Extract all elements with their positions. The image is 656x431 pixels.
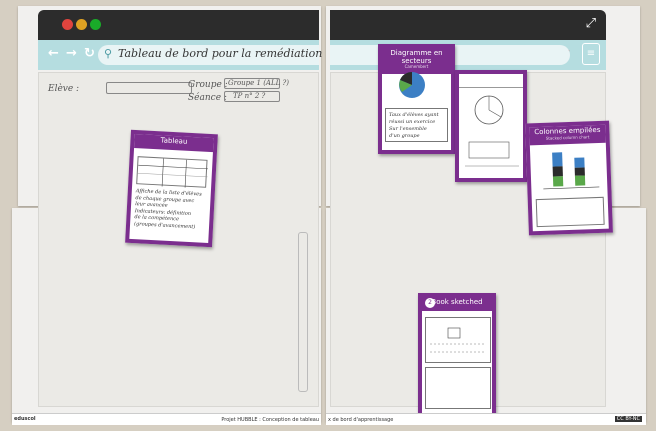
card-colonnes: Colonnes empilées Stacked column chart bbox=[525, 120, 613, 236]
card-secteurs-title: Diagramme en secteurs bbox=[390, 49, 443, 65]
browser-titlebar bbox=[38, 10, 319, 40]
stack-segment-black bbox=[552, 166, 563, 177]
fullscreen-icon: ⤢ bbox=[585, 16, 596, 31]
table-sketch-lines bbox=[137, 158, 209, 188]
secteurs-notes-box: Taux d'élèves ayant réussi un exercice S… bbox=[385, 108, 448, 142]
note-line: d'un groupe bbox=[389, 133, 420, 139]
refresh-icon: ↻ bbox=[84, 46, 95, 61]
menu-icon: ≡ bbox=[582, 43, 600, 65]
note-line: Sur l'ensemble bbox=[389, 126, 427, 132]
card-secteurs: Diagramme en secteurs Camembert Taux d'é… bbox=[378, 44, 455, 154]
scrollbar-sketch bbox=[298, 232, 308, 392]
address-text: Tableau de bord pour la remédiation bbox=[118, 47, 323, 60]
pie-chart-sketch bbox=[399, 72, 425, 98]
book-sketch-lines bbox=[430, 327, 486, 353]
card-book-title: Book sketched bbox=[431, 298, 483, 306]
stacked-column-sketch bbox=[543, 152, 600, 190]
footer-logo: eduscol bbox=[14, 416, 36, 422]
footer-title-left: Projet HUBBLE : Conception de tableau bbox=[221, 417, 319, 423]
box-sketch-outline bbox=[465, 141, 519, 167]
stack-segment-black bbox=[574, 167, 585, 176]
maximize-dot-icon bbox=[90, 19, 101, 30]
card-blank-header bbox=[459, 74, 523, 88]
poster-footer-left: eduscol Projet HUBBLE : Conception de ta… bbox=[12, 413, 321, 425]
card-colonnes-header: Colonnes empilées Stacked column chart bbox=[529, 124, 606, 146]
stack-segment-green bbox=[552, 176, 564, 187]
book-sketch-box bbox=[425, 317, 491, 363]
colonnes-notes-box bbox=[535, 196, 605, 228]
arrow-left-icon: ← bbox=[48, 46, 59, 61]
book-notes-box bbox=[425, 367, 491, 409]
stack-segment-green bbox=[574, 175, 586, 186]
note-line: réussi un exercice bbox=[389, 119, 436, 125]
license-badge: CC BY-NC bbox=[614, 416, 642, 422]
seance-field-sketch: TP n° 2 ? bbox=[224, 91, 280, 102]
eleve-field-sketch bbox=[106, 82, 192, 94]
stack-segment-blue bbox=[574, 157, 585, 168]
groupe-field-sketch: Groupe 1 (ALL ?) bbox=[224, 78, 289, 89]
pie-sketch-outline bbox=[474, 95, 504, 125]
browser-titlebar-right: ⤢ bbox=[330, 10, 606, 40]
card-tableau: Tableau Affiche de la liste d'élèves de … bbox=[125, 129, 218, 248]
card-tableau-title: Tableau bbox=[134, 134, 214, 152]
table-sketch bbox=[136, 156, 209, 188]
groupe-label: Groupe : bbox=[188, 80, 228, 90]
card-book: 2 Book sketched bbox=[418, 293, 496, 417]
card-book-number: 2 bbox=[425, 298, 435, 308]
close-dot-icon bbox=[62, 19, 73, 30]
note-line: Taux d'élèves ayant bbox=[389, 112, 439, 118]
eleve-label: Elève : bbox=[48, 84, 80, 94]
minimize-dot-icon bbox=[76, 19, 87, 30]
seance-label: Séance : bbox=[188, 93, 227, 103]
footer-title-right: x de bord d'apprentissage bbox=[328, 417, 394, 423]
stack-segment-blue bbox=[552, 152, 563, 167]
poster-footer-right: x de bord d'apprentissage CC BY-NC bbox=[326, 413, 646, 425]
card-book-header: 2 Book sketched bbox=[422, 297, 492, 311]
search-icon: ⚲ bbox=[104, 47, 113, 60]
seance-value: TP n° 2 ? bbox=[233, 92, 266, 100]
arrow-right-icon: → bbox=[66, 46, 77, 61]
card-sketch-pie bbox=[455, 70, 527, 182]
groupe-value: Groupe 1 (ALL ?) bbox=[228, 79, 289, 87]
card-tableau-notes: Affiche de la liste d'élèves de chaque g… bbox=[134, 188, 206, 231]
